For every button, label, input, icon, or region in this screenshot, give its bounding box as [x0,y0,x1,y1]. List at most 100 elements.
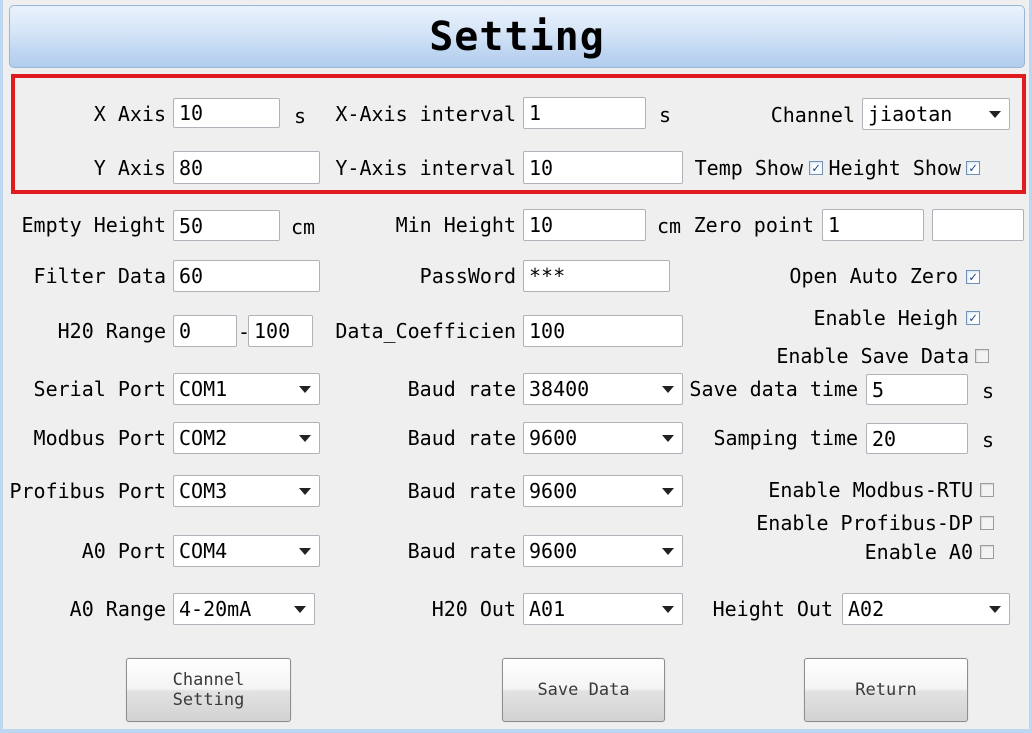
chevron-down-icon [662,386,674,393]
min-height-unit: cm [657,211,681,241]
chevron-down-icon [662,488,674,495]
ao-port-select[interactable]: COM4 [173,535,320,567]
samping-time-unit: s [982,425,994,455]
enable-profibus-dp-checkbox[interactable] [980,516,994,530]
empty-height-unit: cm [291,212,315,242]
open-auto-zero-label: Open Auto Zero [763,260,958,292]
modbus-port-label: Modbus Port [3,422,166,454]
open-auto-zero-checkbox[interactable] [966,270,980,284]
samping-time-label: Samping time [683,423,858,454]
x-axis-input[interactable] [173,98,280,128]
zero-point-input[interactable] [822,209,924,241]
chevron-down-icon [989,111,1001,118]
chevron-down-icon [662,435,674,442]
password-label: PassWord [333,260,516,292]
modbus-port-value: COM2 [174,426,299,450]
enable-modbus-rtu-label: Enable Modbus-RTU [738,478,973,502]
data-coefficient-input[interactable] [523,315,683,347]
serial-port-select[interactable]: COM1 [173,373,320,405]
ao-baud-value: 9600 [524,539,662,563]
enable-modbus-rtu-checkbox[interactable] [980,483,994,497]
save-data-time-input[interactable] [866,374,968,405]
h2o-range-from-input[interactable] [173,315,237,347]
chevron-down-icon [989,606,1001,613]
enable-ao-checkbox[interactable] [980,545,994,559]
modbus-baud-select[interactable]: 9600 [523,422,683,454]
save-data-time-label: Save data time [683,374,858,405]
height-out-value: A02 [843,597,989,621]
ao-baud-label: Baud rate [333,535,516,567]
y-interval-input[interactable] [523,151,683,184]
enable-save-data-label: Enable Save Data [743,344,969,368]
zero-point-input-2[interactable] [932,209,1024,241]
chevron-down-icon [299,488,311,495]
h2o-out-value: A01 [524,597,662,621]
modbus-port-select[interactable]: COM2 [173,422,320,454]
x-interval-unit: s [659,100,671,130]
ao-range-value: 4-20mA [174,597,294,621]
settings-window: Setting X Axis s X-Axis interval s Chann… [0,0,1032,733]
min-height-label: Min Height [333,209,516,241]
chevron-down-icon [299,548,311,555]
serial-baud-label: Baud rate [333,373,516,405]
profibus-port-select[interactable]: COM3 [173,475,320,507]
enable-ao-label: Enable A0 [738,540,973,564]
min-height-input[interactable] [523,209,646,241]
profibus-baud-label: Baud rate [333,475,516,507]
ao-port-value: COM4 [174,539,299,563]
modbus-baud-value: 9600 [524,426,662,450]
empty-height-label: Empty Height [3,210,166,241]
height-show-label: Height Show [825,152,961,185]
save-data-time-unit: s [982,376,994,406]
y-axis-label: Y Axis [23,152,166,185]
return-button[interactable]: Return [804,658,968,722]
channel-label: Channel [763,99,855,131]
channel-setting-button[interactable]: Channel Setting [126,658,291,722]
temp-show-label: Temp Show [668,152,803,185]
zero-point-label: Zero point [683,209,814,241]
x-interval-label: X-Axis interval [333,98,516,130]
save-data-button[interactable]: Save Data [502,658,665,722]
ao-baud-select[interactable]: 9600 [523,535,683,567]
chevron-down-icon [299,435,311,442]
h2o-range-to-input[interactable] [248,315,313,347]
enable-save-data-checkbox[interactable] [975,349,989,363]
h2o-range-label: H20 Range [3,315,166,347]
data-coefficient-label: Data_Coefficien [333,315,516,347]
title-bar: Setting [9,5,1025,68]
x-interval-input[interactable] [523,97,646,129]
height-out-select[interactable]: A02 [842,593,1010,625]
enable-heigh-label: Enable Heigh [793,306,958,330]
profibus-baud-select[interactable]: 9600 [523,475,683,507]
ao-range-label: A0 Range [3,593,166,625]
height-out-label: Height Out [703,593,833,625]
enable-heigh-checkbox[interactable] [966,311,980,325]
enable-profibus-dp-label: Enable Profibus-DP [738,511,973,535]
height-show-checkbox[interactable] [966,161,980,175]
profibus-port-value: COM3 [174,479,299,503]
profibus-port-label: Profibus Port [3,475,166,507]
x-axis-label: X Axis [23,99,166,129]
channel-select[interactable]: jiaotan [862,98,1010,130]
y-interval-label: Y-Axis interval [333,152,516,185]
modbus-baud-label: Baud rate [333,422,516,454]
filter-data-label: Filter Data [3,260,166,292]
chevron-down-icon [662,548,674,555]
page-title: Setting [429,14,605,60]
x-axis-unit: s [294,101,306,131]
serial-baud-value: 38400 [524,377,662,401]
samping-time-input[interactable] [866,423,968,454]
ao-range-select[interactable]: 4-20mA [173,593,315,625]
password-input[interactable] [523,260,670,292]
filter-data-input[interactable] [173,260,320,292]
profibus-baud-value: 9600 [524,479,662,503]
empty-height-input[interactable] [173,210,280,241]
y-axis-input[interactable] [173,151,320,184]
temp-show-checkbox[interactable] [809,161,823,175]
ao-port-label: A0 Port [3,535,166,567]
serial-port-value: COM1 [174,377,299,401]
serial-baud-select[interactable]: 38400 [523,373,683,405]
h2o-out-select[interactable]: A01 [523,593,683,625]
chevron-down-icon [294,606,306,613]
chevron-down-icon [662,606,674,613]
